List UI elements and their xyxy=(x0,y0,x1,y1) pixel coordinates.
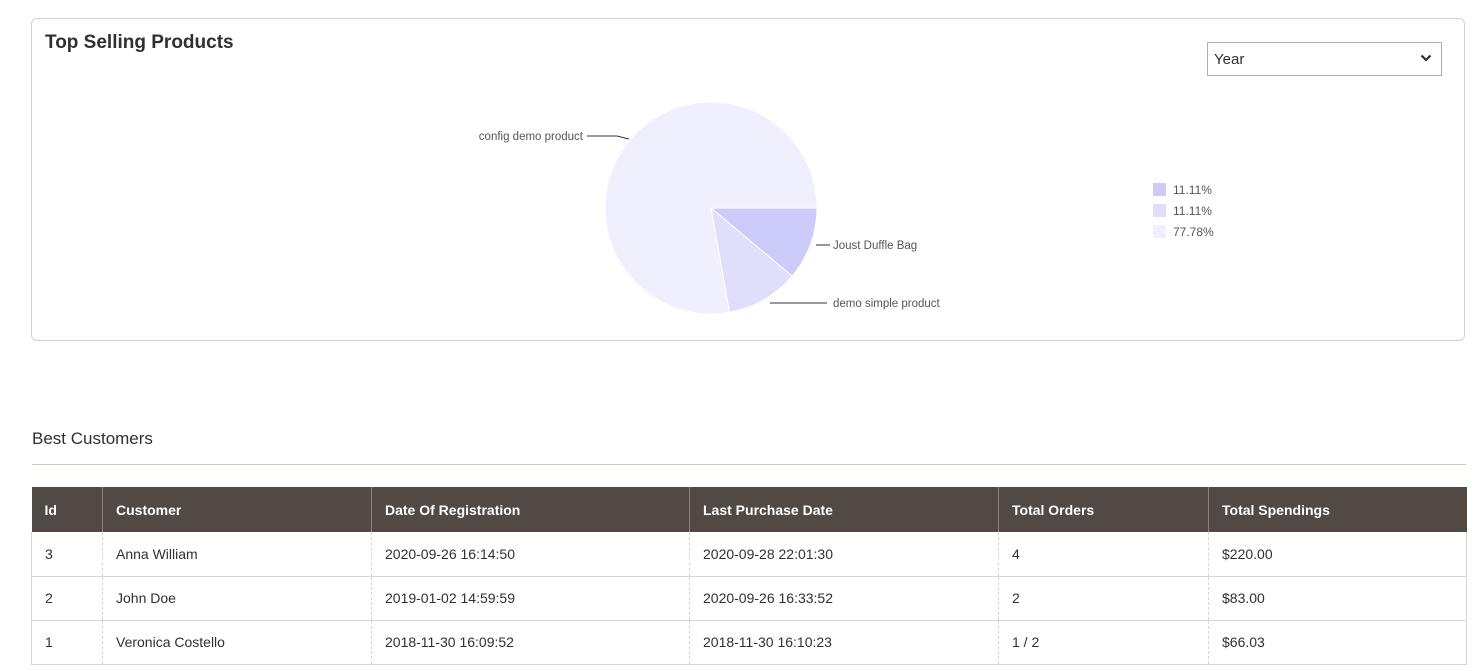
column-total-spendings-cell: $83.00 xyxy=(1208,576,1467,621)
legend-item: 11.11% xyxy=(1153,179,1214,200)
column-customer-cell: Veronica Costello xyxy=(102,620,372,665)
column-date-of-registration-cell: 2018-11-30 16:09:52 xyxy=(371,620,690,665)
best-customers-table: Id Customer Date Of Registration Last Purch… xyxy=(31,487,1467,665)
pie-slice-label: config demo product xyxy=(479,131,584,143)
pie-leader-line xyxy=(587,135,630,140)
column-id-header[interactable]: Id xyxy=(31,487,103,532)
pie-slice-label: Joust Duffle Bag xyxy=(833,240,917,252)
legend-item: 77.78% xyxy=(1153,221,1214,242)
legend-swatch xyxy=(1153,225,1166,238)
legend-item: 11.11% xyxy=(1153,200,1214,221)
column-last-purchase-date-cell: 2020-09-28 22:01:30 xyxy=(689,532,999,577)
dashboard-page: Top Selling Products Year Joust Duffle B… xyxy=(0,0,1483,671)
table-row[interactable]: 1 Veronica Costello 2018-11-30 16:09:52 201… xyxy=(31,620,1467,665)
column-last-purchase-date-cell: 2018-11-30 16:10:23 xyxy=(689,620,999,665)
column-total-orders-cell: 2 xyxy=(998,576,1209,621)
column-last-purchase-date-header[interactable]: Last Purchase Date xyxy=(689,487,999,532)
column-date-of-registration-cell: 2020-09-26 16:14:50 xyxy=(371,532,690,577)
top-selling-products-card: Top Selling Products Year Joust Duffle B… xyxy=(31,18,1465,341)
column-customer-cell: Anna William xyxy=(102,532,372,577)
column-customer-cell: John Doe xyxy=(102,576,372,621)
column-total-orders-cell: 1 / 2 xyxy=(998,620,1209,665)
table-row[interactable]: 3 Anna William 2020-09-26 16:14:50 2020-09-… xyxy=(31,532,1467,577)
pie-slice-label: demo simple product xyxy=(833,298,941,310)
column-date-of-registration-header[interactable]: Date Of Registration xyxy=(371,487,690,532)
column-last-purchase-date-cell: 2020-09-26 16:33:52 xyxy=(689,576,999,621)
column-total-orders-header[interactable]: Total Orders xyxy=(998,487,1209,532)
column-customer-header[interactable]: Customer xyxy=(102,487,372,532)
column-id-cell: 2 xyxy=(31,576,103,621)
column-id-cell: 1 xyxy=(31,620,103,665)
table-row[interactable]: 2 John Doe 2019-01-02 14:59:59 2020-09-26 1… xyxy=(31,576,1467,621)
section-divider xyxy=(32,464,1466,465)
best-customers-title: Best Customers xyxy=(32,429,153,448)
pie-legend: 11.11% 11.11% 77.78% xyxy=(1153,179,1214,242)
column-total-spendings-cell: $220.00 xyxy=(1208,532,1467,577)
column-id-cell: 3 xyxy=(31,532,103,577)
table-header-row: Id Customer Date Of Registration Last Purch… xyxy=(31,487,1467,532)
legend-label: 77.78% xyxy=(1173,224,1214,239)
legend-label: 11.11% xyxy=(1173,182,1212,197)
column-total-orders-cell: 4 xyxy=(998,532,1209,577)
column-total-spendings-header[interactable]: Total Spendings xyxy=(1208,487,1467,532)
legend-label: 11.11% xyxy=(1173,203,1212,218)
legend-swatch xyxy=(1153,204,1166,217)
column-date-of-registration-cell: 2019-01-02 14:59:59 xyxy=(371,576,690,621)
top-selling-pie-chart: Joust Duffle Bag demo simple product confi… xyxy=(479,101,941,315)
column-total-spendings-cell: $66.03 xyxy=(1208,620,1467,665)
legend-swatch xyxy=(1153,183,1166,196)
